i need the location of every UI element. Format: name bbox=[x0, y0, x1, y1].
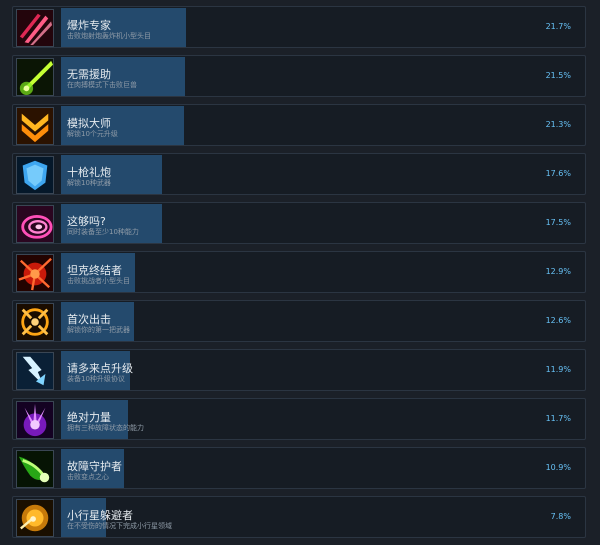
achievement-description: 同时装备至少10种能力 bbox=[67, 228, 139, 236]
achievement-description: 击败挑战者小型头目 bbox=[67, 277, 130, 285]
achievement-row[interactable]: 爆炸专家 击败炮射炮轰炸机小型头目 21.7% bbox=[12, 6, 586, 48]
achievement-percent: 21.7% bbox=[545, 22, 571, 31]
achievement-list: 爆炸专家 击败炮射炮轰炸机小型头目 21.7% 无需援助 在肉搏模式下击败巨兽 … bbox=[12, 6, 586, 545]
achievement-percent: 17.5% bbox=[545, 218, 571, 227]
achievement-row[interactable]: 无需援助 在肉搏模式下击败巨兽 21.5% bbox=[12, 55, 586, 97]
achievement-row[interactable]: 首次出击 解锁你的第一把武器 12.6% bbox=[12, 300, 586, 342]
achievement-percent: 21.5% bbox=[545, 71, 571, 80]
achievement-row[interactable]: 十枪礼炮 解锁10种武器 17.6% bbox=[12, 153, 586, 195]
achievement-percent: 17.6% bbox=[545, 169, 571, 178]
gold-chevron-icon bbox=[16, 107, 54, 145]
achievement-description: 装备10种升级协议 bbox=[67, 375, 125, 383]
progress-track bbox=[61, 8, 521, 47]
green-energy-bolt-icon bbox=[16, 58, 54, 96]
progress-track bbox=[61, 400, 521, 439]
achievement-description: 解锁你的第一把武器 bbox=[67, 326, 130, 334]
achievement-percent: 7.8% bbox=[550, 512, 571, 521]
achievement-description: 击败炮射炮轰炸机小型头目 bbox=[67, 32, 151, 40]
progress-track bbox=[61, 106, 521, 145]
achievement-row[interactable]: 坦克终结者 击败挑战者小型头目 12.9% bbox=[12, 251, 586, 293]
achievement-percent: 11.9% bbox=[545, 365, 571, 374]
achievement-percent: 12.9% bbox=[545, 267, 571, 276]
achievement-percent: 12.6% bbox=[545, 316, 571, 325]
progress-track bbox=[61, 449, 521, 488]
achievement-percent: 11.7% bbox=[545, 414, 571, 423]
red-explosion-icon bbox=[16, 254, 54, 292]
achievement-row[interactable]: 这够吗? 同时装备至少10种能力 17.5% bbox=[12, 202, 586, 244]
progress-track bbox=[61, 253, 521, 292]
blue-arrow-down-icon bbox=[16, 352, 54, 390]
progress-track bbox=[61, 204, 521, 243]
purple-energy-burst-icon bbox=[16, 401, 54, 439]
blue-crystal-shield-icon bbox=[16, 156, 54, 194]
achievement-row[interactable]: 绝对力量 拥有三种故障状态的能力 11.7% bbox=[12, 398, 586, 440]
pink-spiral-icon bbox=[16, 205, 54, 243]
achievement-description: 在肉搏模式下击败巨兽 bbox=[67, 81, 137, 89]
progress-track bbox=[61, 57, 521, 96]
pink-claw-slash-icon bbox=[16, 9, 54, 47]
progress-track bbox=[61, 302, 521, 341]
achievement-percent: 21.3% bbox=[545, 120, 571, 129]
achievement-description: 解锁10种武器 bbox=[67, 179, 111, 187]
achievement-description: 击败变点之心 bbox=[67, 473, 109, 481]
green-comet-icon bbox=[16, 450, 54, 488]
gold-crosshair-icon bbox=[16, 303, 54, 341]
gold-planet-icon bbox=[16, 499, 54, 537]
achievement-row[interactable]: 小行星躲避者 在不受伤的情况下完成小行星领域 7.8% bbox=[12, 496, 586, 538]
achievement-row[interactable]: 请多来点升级 装备10种升级协议 11.9% bbox=[12, 349, 586, 391]
achievement-description: 解锁10个元升级 bbox=[67, 130, 118, 138]
achievement-row[interactable]: 模拟大师 解锁10个元升级 21.3% bbox=[12, 104, 586, 146]
achievement-row[interactable]: 故障守护者 击败变点之心 10.9% bbox=[12, 447, 586, 489]
achievement-percent: 10.9% bbox=[545, 463, 571, 472]
achievement-description: 在不受伤的情况下完成小行星领域 bbox=[67, 522, 172, 530]
progress-track bbox=[61, 155, 521, 194]
achievement-description: 拥有三种故障状态的能力 bbox=[67, 424, 144, 432]
